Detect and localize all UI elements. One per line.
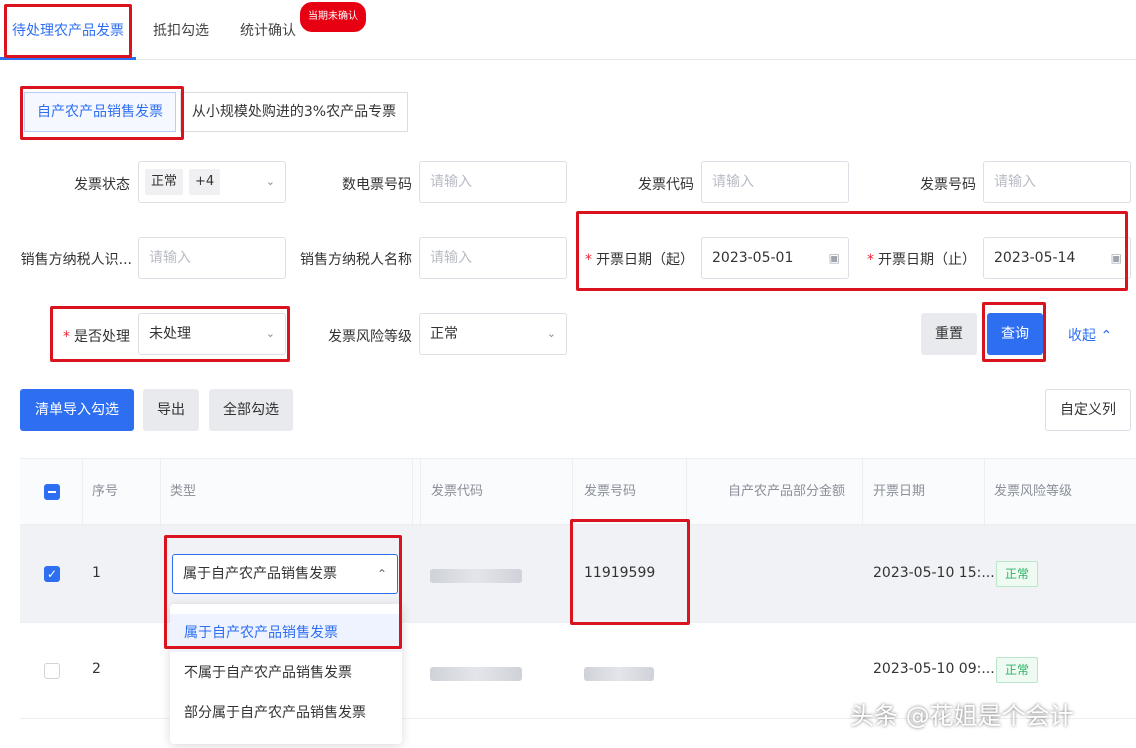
processed-select[interactable]: 未处理 ⌄ <box>138 313 286 355</box>
calendar-icon: ▣ <box>1110 251 1122 265</box>
row-no: 2 <box>92 661 101 677</box>
date-end-label: * 开票日期（止） <box>867 252 976 268</box>
invoice-status-label: 发票状态 <box>74 177 130 193</box>
subtab-small-scale-3pct[interactable]: 从小规模处购进的3%农产品专票 <box>180 92 408 132</box>
invoice-code-label: 发票代码 <box>638 177 694 193</box>
processed-label: * 是否处理 <box>63 329 130 345</box>
tab-pending-invoices[interactable]: 待处理农产品发票 <box>12 20 124 40</box>
export-button[interactable]: 导出 <box>143 389 199 431</box>
chevron-up-icon: ⌃ <box>376 567 387 581</box>
calendar-icon: ▣ <box>828 251 840 265</box>
invoice-number-input[interactable]: 请输入 <box>983 161 1131 203</box>
row-checkbox[interactable]: ✓ <box>44 566 60 582</box>
reset-button[interactable]: 重置 <box>921 313 977 355</box>
header-type: 类型 <box>170 484 197 499</box>
collapse-link[interactable]: 收起 ⌃ <box>1068 325 1112 345</box>
digital-invoice-no-label: 数电票号码 <box>342 177 412 193</box>
table-header: 序号 类型 发票代码 发票号码 自产农产品部分金额 开票日期 发票风险等级 <box>20 459 1136 525</box>
type-option[interactable]: 部分属于自产农产品销售发票 <box>170 694 402 732</box>
type-select[interactable]: 属于自产农产品销售发票 ⌃ <box>172 554 398 594</box>
seller-tax-id-label: 销售方纳税人识... <box>20 252 132 268</box>
chevron-down-icon: ⌄ <box>546 327 556 340</box>
placeholder-text: 请输入 <box>712 174 754 190</box>
date-start-input[interactable]: 2023-05-01 ▣ <box>701 237 849 279</box>
placeholder-text: 请输入 <box>430 250 472 266</box>
header-issue-date: 开票日期 <box>873 484 926 499</box>
status-tag: 正常 <box>145 169 184 195</box>
tab-deduction-check[interactable]: 抵扣勾选 <box>153 20 209 40</box>
top-tab-bar: 待处理农产品发票 抵扣勾选 统计确认 当期未确认 <box>0 0 1136 60</box>
risk-status-badge: 正常 <box>996 657 1039 683</box>
blurred-invoice-code <box>430 569 522 583</box>
query-button[interactable]: 查询 <box>987 313 1043 355</box>
digital-invoice-no-input[interactable]: 请输入 <box>419 161 567 203</box>
header-no: 序号 <box>92 484 119 499</box>
row-no: 1 <box>92 565 101 581</box>
placeholder-text: 请输入 <box>430 174 472 190</box>
active-tab-indicator <box>0 57 136 60</box>
invoice-number-label: 发票号码 <box>920 177 976 193</box>
date-start-label: * 开票日期（起） <box>585 252 694 268</box>
custom-columns-button[interactable]: 自定义列 <box>1045 389 1131 431</box>
invoice-status-select[interactable]: 正常 +4 ⌄ <box>138 161 286 203</box>
row-issue-date: 2023-05-10 09:... <box>873 661 995 677</box>
header-self-produced-amount: 自产农产品部分金额 <box>728 484 846 499</box>
header-risk-level: 发票风险等级 <box>994 484 1073 499</box>
chevron-down-icon: ⌄ <box>265 175 275 188</box>
type-option[interactable]: 属于自产农产品销售发票 <box>170 614 402 652</box>
watermark-text: 头条 @花姐是个会计 <box>850 702 1074 730</box>
risk-level-select[interactable]: 正常 ⌄ <box>419 313 567 355</box>
subtab-self-produced[interactable]: 自产农产品销售发票 <box>24 92 176 132</box>
header-invoice-number: 发票号码 <box>584 484 637 499</box>
risk-status-badge: 正常 <box>996 561 1039 587</box>
seller-name-input[interactable]: 请输入 <box>419 237 567 279</box>
invoice-code-input[interactable]: 请输入 <box>701 161 849 203</box>
date-end-input[interactable]: 2023-05-14 ▣ <box>983 237 1131 279</box>
placeholder-text: 请输入 <box>149 250 191 266</box>
type-dropdown-menu: 属于自产农产品销售发票 不属于自产农产品销售发票 部分属于自产农产品销售发票 <box>170 604 402 744</box>
row-checkbox[interactable] <box>44 663 60 679</box>
risk-level-label: 发票风险等级 <box>328 329 412 345</box>
chevron-up-icon: ⌃ <box>1100 328 1113 344</box>
header-invoice-code: 发票代码 <box>431 484 484 499</box>
tab-statistics-confirm[interactable]: 统计确认 <box>240 20 296 40</box>
row-invoice-number: 11919599 <box>584 565 656 581</box>
seller-name-label: 销售方纳税人名称 <box>300 252 412 268</box>
check-all-button[interactable]: 全部勾选 <box>209 389 293 431</box>
row-issue-date: 2023-05-10 15:... <box>873 565 995 581</box>
chevron-down-icon: ⌄ <box>265 327 275 340</box>
select-all-checkbox[interactable] <box>44 484 60 500</box>
blurred-invoice-code <box>430 667 522 681</box>
blurred-invoice-number <box>584 667 654 681</box>
unconfirmed-badge: 当期未确认 <box>300 2 366 32</box>
status-more-tag: +4 <box>189 169 221 195</box>
type-option[interactable]: 不属于自产农产品销售发票 <box>170 654 402 692</box>
seller-tax-id-input[interactable]: 请输入 <box>138 237 286 279</box>
placeholder-text: 请输入 <box>994 174 1036 190</box>
import-check-button[interactable]: 清单导入勾选 <box>20 389 134 431</box>
